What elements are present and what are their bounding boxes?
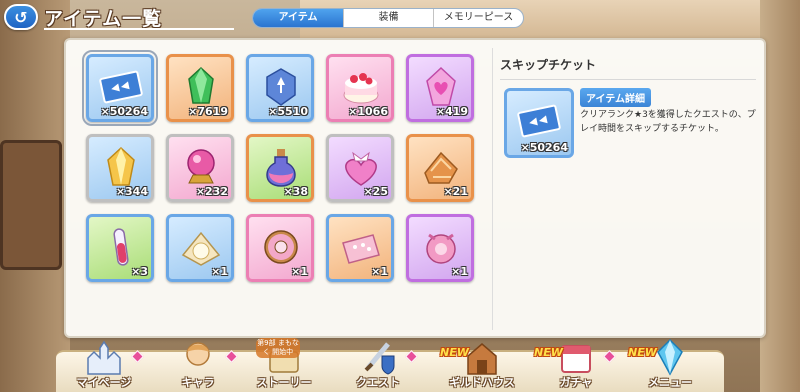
item-grid: ×50264 ×7619 ×5510 ×1066 ×419 ×344 ×232 … — [80, 50, 480, 334]
item-qty: ×38 — [283, 185, 308, 198]
title-underline — [44, 28, 234, 30]
menu-label: ストーリー — [256, 376, 312, 389]
tab-equipment[interactable]: 装備 — [343, 9, 433, 27]
item-qty: ×7619 — [188, 105, 228, 118]
detail-description: クリアランク★3を獲得したクエストの、プレイ時間をスキップするチケット。 — [580, 110, 756, 134]
heart-bow-icon — [345, 151, 377, 186]
menu-mypage[interactable]: マイページ — [58, 338, 150, 392]
item-pink-ornament[interactable]: ×1 — [406, 214, 474, 282]
background-chest — [0, 140, 62, 270]
tab-items[interactable]: アイテム — [253, 9, 343, 27]
notify-diamond — [131, 350, 144, 363]
item-panel: ×50264 ×7619 ×5510 ×1066 ×419 ×344 ×232 … — [64, 38, 766, 338]
character-icon — [186, 342, 210, 366]
sword-shield-icon — [364, 342, 395, 375]
menu-character[interactable]: キャラ — [152, 338, 244, 392]
item-pink-cloth[interactable]: ×1 — [326, 214, 394, 282]
item-pink-heart-crystal[interactable]: ×419 — [406, 54, 474, 122]
item-qty: ×50264 — [100, 105, 149, 118]
pink-ornament-icon — [426, 233, 456, 264]
menu-label: ギルドハウス — [449, 376, 515, 389]
menu-label: メニュー — [648, 376, 692, 389]
menu-main-menu[interactable]: NEW メニュー — [624, 338, 716, 392]
notify-diamond — [405, 350, 418, 363]
tab-bar: アイテム 装備 メモリーピース — [252, 8, 524, 28]
pie-icon — [424, 151, 458, 184]
strawberry-cake-icon — [343, 73, 379, 104]
potion-bottle-icon — [266, 149, 296, 187]
menu-gacha[interactable]: NEW ガチャ — [530, 338, 622, 392]
castle-icon — [87, 340, 121, 375]
menu-guild-house[interactable]: NEW ギルドハウス — [436, 338, 528, 392]
new-badge: NEW — [628, 346, 657, 359]
item-potion-bottle[interactable]: ×38 — [246, 134, 314, 202]
background-right — [760, 0, 800, 392]
item-qty: ×3 — [131, 265, 148, 278]
menu-quest[interactable]: クエスト — [332, 338, 424, 392]
page-title: アイテム一覧 — [44, 8, 163, 30]
event-badge: 第9部 まもなく 開始中 — [256, 338, 300, 358]
blue-gem-icon — [266, 68, 296, 106]
item-qty: ×1 — [291, 265, 308, 278]
detail-item-qty: ×50264 — [520, 141, 569, 154]
item-qty: ×1 — [211, 265, 228, 278]
item-qty: ×232 — [195, 185, 228, 198]
item-detail-button[interactable]: アイテム詳細 — [580, 88, 651, 107]
item-test-tube[interactable]: ×3 — [86, 214, 154, 282]
item-pearl-cloth[interactable]: ×1 — [166, 214, 234, 282]
item-qty: ×5510 — [268, 105, 308, 118]
detail-item-icon: ×50264 — [504, 88, 574, 158]
item-pink-orb-stand[interactable]: ×232 — [166, 134, 234, 202]
menu-label: クエスト — [356, 376, 400, 389]
back-button[interactable]: ↺ — [4, 4, 38, 30]
item-qty: ×1 — [371, 265, 388, 278]
green-crystal-icon — [188, 66, 214, 104]
menu-label: ガチャ — [559, 376, 593, 389]
item-qty: ×21 — [443, 185, 468, 198]
notify-diamond — [225, 350, 238, 363]
item-qty: ×25 — [363, 185, 388, 198]
menu-label: キャラ — [181, 376, 215, 389]
item-detail: スキップチケット ×50264 アイテム詳細 クリアランク★3を獲得したクエスト… — [500, 50, 756, 330]
skip-ticket-icon — [99, 70, 143, 104]
new-badge: NEW — [440, 346, 469, 359]
item-blue-gem[interactable]: ×5510 — [246, 54, 314, 122]
item-qty: ×1 — [451, 265, 468, 278]
pink-cloth-icon — [342, 234, 380, 264]
menu-story[interactable]: 第9部 まもなく 開始中 ストーリー — [238, 338, 330, 392]
notify-diamond — [603, 350, 616, 363]
detail-divider — [500, 79, 756, 80]
skip-ticket-icon — [517, 104, 561, 138]
item-heart-bow[interactable]: ×25 — [326, 134, 394, 202]
pink-orb-stand-icon — [187, 149, 215, 184]
pearl-cloth-icon — [181, 231, 221, 266]
tab-memory-pieces[interactable]: メモリーピース — [433, 9, 523, 27]
item-strawberry-cake[interactable]: ×1066 — [326, 54, 394, 122]
item-green-crystal[interactable]: ×7619 — [166, 54, 234, 122]
pink-heart-crystal-icon — [426, 66, 456, 106]
item-qty: ×344 — [115, 185, 148, 198]
item-skip-ticket[interactable]: ×50264 — [82, 50, 158, 126]
new-badge: NEW — [534, 346, 563, 359]
panel-divider — [492, 48, 493, 330]
back-arrow-icon: ↺ — [14, 7, 28, 27]
item-pie[interactable]: ×21 — [406, 134, 474, 202]
menu-label: マイページ — [76, 376, 132, 389]
detail-item-name: スキップチケット — [500, 58, 597, 72]
test-tube-icon — [113, 228, 129, 266]
item-donut[interactable]: ×1 — [246, 214, 314, 282]
item-gold-crystal[interactable]: ×344 — [86, 134, 154, 202]
item-qty: ×419 — [435, 105, 468, 118]
item-qty: ×1066 — [348, 105, 388, 118]
gold-crystal-icon — [107, 146, 135, 186]
donut-icon — [264, 230, 298, 264]
